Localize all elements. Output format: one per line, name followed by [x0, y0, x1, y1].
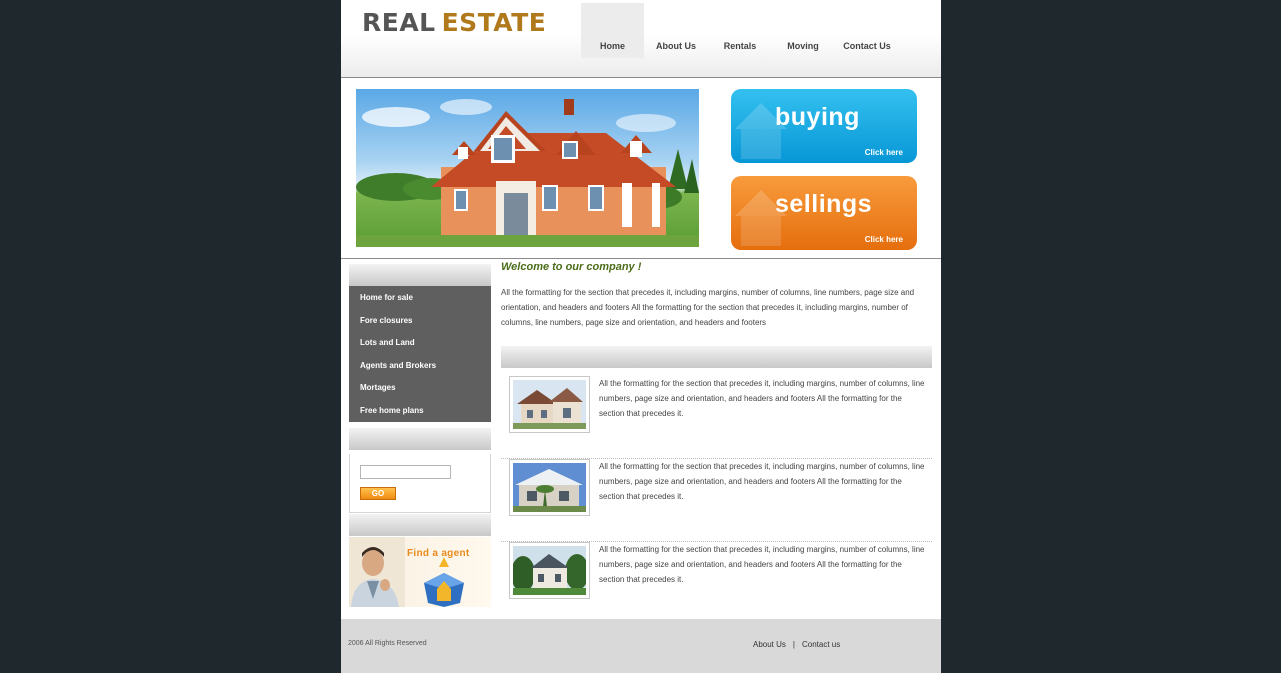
footer: 2006 All Rights Reserved About Us | Cont… — [341, 619, 941, 673]
menu-item-agents-and-brokers[interactable]: Agents and Brokers — [349, 355, 491, 378]
intro-text: All the formatting for the section that … — [501, 288, 915, 327]
nav-rentals[interactable]: Rentals — [708, 3, 772, 58]
listing-description: All the formatting for the section that … — [599, 545, 925, 584]
page: REAL ESTATE Home About Us Rentals Moving … — [341, 0, 941, 673]
header: REAL ESTATE Home About Us Rentals Moving … — [341, 0, 941, 78]
house-photo-icon — [513, 463, 586, 512]
footer-links: About Us | Contact us — [753, 640, 840, 649]
main-nav: Home About Us Rentals Moving Contact Us — [581, 3, 900, 58]
house-photo-icon — [513, 380, 586, 429]
menu-item-free-home-plans[interactable]: Free home plans — [349, 400, 491, 423]
logo-text-estate: ESTATE — [441, 8, 547, 37]
menu-item-lots-and-land[interactable]: Lots and Land — [349, 332, 491, 355]
logo-text-real: REAL — [362, 8, 436, 37]
listing-description: All the formatting for the section that … — [599, 379, 925, 418]
find-agent-banner[interactable]: Find a agent — [349, 537, 491, 607]
hero-house-image — [356, 89, 699, 247]
sidebar-menu-header — [349, 264, 491, 286]
nav-moving[interactable]: Moving — [772, 3, 834, 58]
search-input[interactable] — [360, 465, 451, 479]
nav-about-us[interactable]: About Us — [644, 3, 708, 58]
buying-click-here[interactable]: Click here — [865, 148, 903, 157]
house-photo-icon — [513, 546, 586, 595]
search-box: GO — [349, 454, 491, 513]
menu-item-mortages[interactable]: Mortages — [349, 377, 491, 400]
go-button[interactable]: GO — [360, 487, 396, 500]
buying-button[interactable]: buying Click here — [731, 89, 917, 163]
selling-button[interactable]: sellings Click here — [731, 176, 917, 250]
copyright-text: 2006 All Rights Reserved — [348, 640, 427, 647]
listing-description: All the formatting for the section that … — [599, 462, 925, 501]
selling-title: sellings — [775, 190, 873, 218]
footer-separator: | — [792, 640, 795, 649]
listing-thumbnail[interactable] — [509, 542, 590, 599]
sidebar-agent-header — [349, 514, 491, 536]
welcome-heading: Welcome to our company ! — [501, 261, 642, 273]
selling-click-here[interactable]: Click here — [865, 235, 903, 244]
sidebar-search-header — [349, 428, 491, 450]
sidebar-menu: Home for sale Fore closures Lots and Lan… — [349, 286, 491, 422]
listing-item: All the formatting for the section that … — [501, 542, 932, 625]
menu-item-home-for-sale[interactable]: Home for sale — [349, 287, 491, 310]
menu-item-fore-closures[interactable]: Fore closures — [349, 310, 491, 333]
nav-contact-us[interactable]: Contact Us — [834, 3, 900, 58]
logo[interactable]: REAL ESTATE — [362, 8, 546, 38]
footer-link-contact-us[interactable]: Contact us — [802, 640, 840, 649]
listing-item: All the formatting for the section that … — [501, 376, 932, 459]
listing-thumbnail[interactable] — [509, 376, 590, 433]
listings-header-bar — [501, 346, 932, 368]
buying-title: buying — [775, 103, 860, 131]
section-divider — [341, 258, 941, 259]
footer-link-about-us[interactable]: About Us — [753, 640, 786, 649]
nav-home[interactable]: Home — [581, 3, 644, 58]
listing-thumbnail[interactable] — [509, 459, 590, 516]
house-illustration — [356, 99, 699, 247]
house-pin-icon — [424, 557, 464, 607]
listing-item: All the formatting for the section that … — [501, 459, 932, 542]
